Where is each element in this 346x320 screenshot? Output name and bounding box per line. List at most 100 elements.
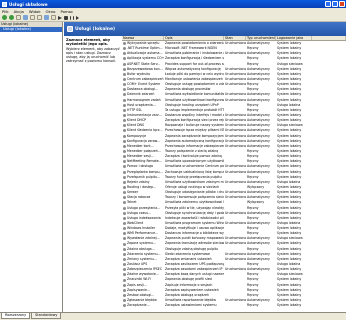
window-title: Usługi składowe bbox=[9, 1, 48, 7]
service-gear-icon bbox=[123, 160, 126, 164]
help-icon[interactable] bbox=[51, 15, 56, 20]
service-gear-icon bbox=[123, 93, 126, 97]
service-gear-icon bbox=[123, 72, 126, 76]
app-icon bbox=[2, 1, 7, 7]
window-controls bbox=[325, 1, 345, 7]
service-gear-icon bbox=[123, 293, 126, 297]
up-level-icon[interactable] bbox=[16, 15, 21, 20]
column-description[interactable]: Opis bbox=[164, 36, 224, 40]
service-gear-icon bbox=[123, 108, 126, 112]
cell-status bbox=[224, 303, 246, 308]
description-text: Wybierz element, aby zobaczyć opis i sta… bbox=[66, 47, 120, 64]
table-row[interactable]: Zarządzanie... Zarządza ustawieniami syst… bbox=[122, 303, 346, 308]
description-title: Zaznacz element, aby wyświetlić jego opi… bbox=[66, 38, 111, 47]
service-gear-icon bbox=[123, 299, 126, 303]
service-gear-icon bbox=[123, 124, 126, 128]
service-gear-icon bbox=[123, 232, 126, 236]
service-gear-icon bbox=[123, 165, 126, 169]
pause-service-icon[interactable] bbox=[70, 15, 74, 20]
description-panel: Zaznacz element, aby wyświetlić jego opi… bbox=[64, 36, 122, 312]
stop-service-icon[interactable] bbox=[64, 15, 68, 20]
refresh-icon[interactable] bbox=[37, 15, 42, 20]
minimize-button[interactable] bbox=[325, 1, 331, 7]
column-name[interactable]: Nazwa bbox=[122, 36, 164, 40]
console-tree: Usługi (lokalne) Usługi (lokalne) bbox=[0, 22, 63, 312]
service-gear-icon bbox=[123, 67, 126, 71]
service-gear-icon bbox=[123, 201, 126, 205]
service-gear-icon bbox=[123, 247, 126, 251]
services-icon bbox=[67, 26, 73, 32]
pane-header: Usługi (lokalne) bbox=[64, 22, 346, 36]
service-gear-icon bbox=[123, 103, 126, 107]
service-gear-icon bbox=[123, 304, 126, 308]
export-icon[interactable] bbox=[44, 15, 49, 20]
service-gear-icon bbox=[123, 139, 126, 143]
service-gear-icon bbox=[123, 180, 126, 184]
service-gear-icon bbox=[123, 263, 126, 267]
service-gear-icon bbox=[123, 175, 126, 179]
properties-icon[interactable] bbox=[30, 15, 35, 20]
service-gear-icon bbox=[123, 252, 126, 256]
tree-item-services-local[interactable]: Usługi (lokalne) bbox=[0, 27, 62, 32]
service-gear-icon bbox=[123, 42, 126, 46]
service-gear-icon bbox=[123, 273, 126, 277]
details-pane: Usługi (lokalne) Zaznacz element, aby wy… bbox=[64, 22, 346, 312]
service-gear-icon bbox=[123, 119, 126, 123]
service-gear-icon bbox=[123, 221, 126, 225]
menu-help[interactable]: Pomoc bbox=[60, 9, 73, 14]
close-button[interactable] bbox=[339, 1, 345, 7]
service-gear-icon bbox=[123, 62, 126, 66]
start-service-icon[interactable] bbox=[58, 15, 62, 20]
service-gear-icon bbox=[123, 88, 126, 92]
service-name-text: Zarządzanie... bbox=[127, 303, 150, 308]
service-gear-icon bbox=[123, 144, 126, 148]
maximize-button[interactable] bbox=[332, 1, 338, 7]
menu-window[interactable]: Okno bbox=[46, 9, 56, 14]
service-gear-icon bbox=[123, 114, 126, 118]
service-gear-icon bbox=[123, 78, 126, 82]
table-body: Wykrywanie sprzętu Zapewnia powiadomienia… bbox=[122, 41, 346, 308]
service-gear-icon bbox=[123, 155, 126, 159]
service-gear-icon bbox=[123, 227, 126, 231]
cell-log-on-as: System lokalny bbox=[277, 303, 302, 308]
service-gear-icon bbox=[123, 186, 126, 189]
service-gear-icon bbox=[123, 170, 126, 174]
menu-view[interactable]: Widok bbox=[29, 9, 41, 14]
service-gear-icon bbox=[123, 268, 126, 272]
service-gear-icon bbox=[123, 196, 126, 200]
service-gear-icon bbox=[123, 242, 126, 246]
service-gear-icon bbox=[123, 129, 126, 133]
column-log-on-as[interactable]: Logowanie jako bbox=[276, 36, 312, 40]
service-gear-icon bbox=[123, 216, 126, 220]
tab-standard[interactable]: Standardowy bbox=[31, 313, 62, 319]
back-icon[interactable] bbox=[2, 15, 7, 20]
column-startup-type[interactable]: Typ uruchomienia bbox=[246, 36, 276, 40]
window-titlebar: Usługi składowe bbox=[0, 0, 346, 8]
service-gear-icon bbox=[123, 191, 126, 195]
show-tree-icon[interactable] bbox=[23, 15, 28, 20]
menu-file[interactable]: Plik bbox=[2, 9, 9, 14]
service-gear-icon bbox=[123, 283, 126, 287]
service-gear-icon bbox=[123, 278, 126, 282]
service-gear-icon bbox=[123, 83, 126, 87]
cell-description: Zarządza ustawieniami systemu bbox=[165, 303, 217, 308]
service-gear-icon bbox=[123, 98, 126, 102]
service-gear-icon bbox=[123, 52, 126, 56]
service-gear-icon bbox=[123, 237, 126, 241]
cell-startup-type: Ręczny bbox=[247, 303, 259, 308]
service-gear-icon bbox=[123, 288, 126, 292]
service-gear-icon bbox=[123, 47, 126, 51]
services-table: Nazwa Opis Stan Typ uruchomienia Logowan… bbox=[122, 36, 346, 312]
toolbar bbox=[0, 14, 346, 22]
column-status[interactable]: Stan bbox=[224, 36, 246, 40]
tab-extended[interactable]: Rozszerzony bbox=[1, 313, 31, 319]
menu-action[interactable]: Akcja bbox=[14, 9, 24, 14]
pane-title: Usługi (lokalne) bbox=[75, 26, 116, 32]
service-gear-icon bbox=[123, 150, 126, 154]
service-gear-icon bbox=[123, 134, 126, 138]
restart-service-icon[interactable] bbox=[76, 15, 79, 20]
service-gear-icon bbox=[123, 257, 126, 261]
forward-icon[interactable] bbox=[9, 15, 14, 20]
cell-name: Zarządzanie... bbox=[122, 303, 164, 308]
service-gear-icon bbox=[123, 211, 126, 215]
